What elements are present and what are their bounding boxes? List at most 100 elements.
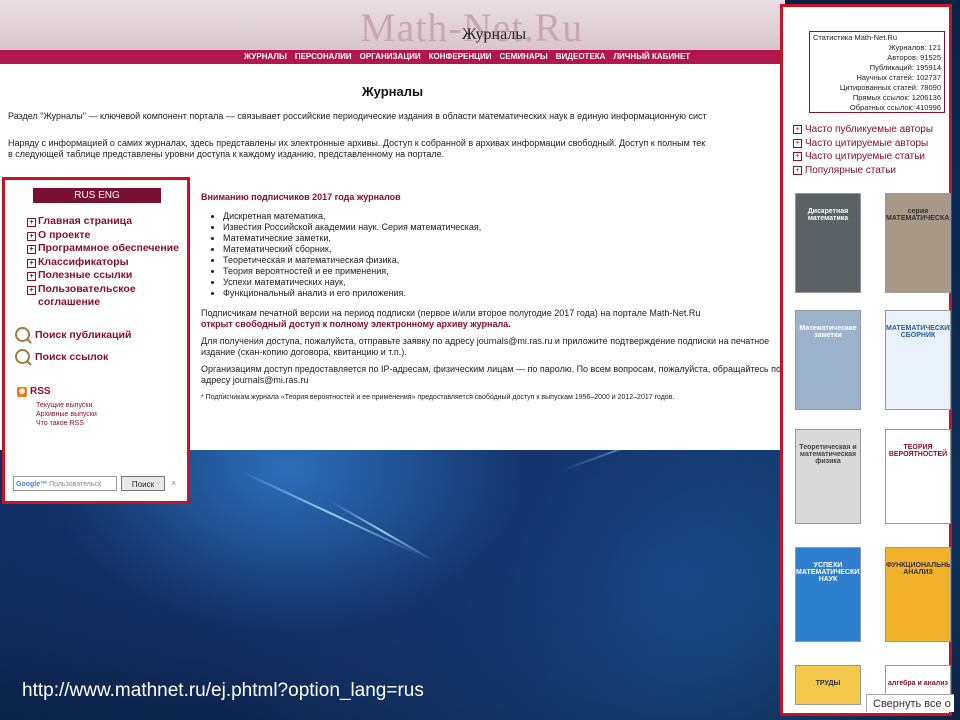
journal-list-item: Теория вероятностей и ее применения,: [223, 266, 783, 277]
rss-link[interactable]: ◉ RSS: [17, 386, 51, 397]
sidebar-menu-label: Главная страница: [38, 215, 133, 227]
right-sidebar: Статистика Math-Net.Ru Журналов: 121 Авто…: [780, 4, 952, 716]
statistics-title: Статистика Math-Net.Ru: [813, 33, 897, 42]
quick-link[interactable]: + Часто публикуемые авторы: [793, 123, 933, 137]
journal-list-item: Математические заметки,: [223, 233, 783, 244]
sidebar-menu-label: Классификаторы: [38, 255, 129, 268]
journal-cover[interactable]: ФУНКЦИОНАЛЬНЫЙ АНАЛИЗ: [885, 547, 951, 642]
journal-cover[interactable]: Дискретная математика: [795, 193, 861, 293]
journal-list: Дискретная математика,Известия Российско…: [201, 211, 783, 299]
statistics-row: Цитированных статей: 78090: [839, 83, 941, 92]
nav-item[interactable]: ЛИЧНЫЙ КАБИНЕТ: [613, 50, 690, 64]
expand-icon: +: [27, 258, 36, 268]
rss-icon: ◉: [17, 386, 27, 397]
sidebar-menu-item[interactable]: + О проекте: [27, 229, 179, 243]
intro-text: в следующей таблице представлены уровни …: [8, 149, 445, 159]
search-references-label: Поиск ссылок: [35, 350, 109, 363]
collapse-all-button[interactable]: Свернуть все о: [866, 694, 954, 712]
site-header: Math-Net.Ru Журналы: [0, 0, 785, 50]
search-references-link[interactable]: Поиск ссылок: [15, 349, 108, 364]
journal-list-item: Математический сборник,: [223, 244, 783, 255]
journal-list-item: Теоретическая и математическая физика,: [223, 255, 783, 266]
expand-icon: +: [27, 231, 36, 241]
notice-footnote: * Подписчикам журнала «Теория вероятност…: [201, 394, 675, 401]
nav-item[interactable]: ВИДЕОТЕКА: [556, 50, 606, 64]
nav-item[interactable]: ПЕРСОНАЛИИ: [295, 50, 352, 64]
search-publications-link[interactable]: Поиск публикаций: [15, 327, 131, 342]
quick-link[interactable]: + Популярные статьи: [793, 164, 933, 178]
sidebar-menu-item[interactable]: + Полезные ссылки: [27, 269, 179, 283]
google-search-placeholder: Пользовательск: [49, 481, 102, 488]
journal-list-item: Функциональный анализ и его приложения.: [223, 288, 783, 299]
journal-cover[interactable]: серия МАТЕМАТИЧЕСКАЯ: [885, 193, 951, 293]
rss-feed-link[interactable]: Архивные выпуски: [36, 410, 97, 419]
quick-link-label: Часто цитируемые статьи: [805, 151, 925, 162]
journal-cover[interactable]: Теоретическая и математическая физика: [795, 429, 861, 524]
site-statistics: Статистика Math-Net.Ru Журналов: 121 Авто…: [809, 31, 945, 113]
quick-link-label: Часто публикуемые авторы: [805, 124, 934, 135]
expand-icon: +: [793, 165, 802, 175]
expand-icon: +: [27, 218, 36, 227]
search-button[interactable]: Поиск: [121, 476, 165, 491]
journal-cover[interactable]: Математические заметки: [795, 310, 861, 410]
language-switcher[interactable]: RUS ENG: [33, 188, 161, 203]
statistics-row: Публикаций: 195914: [869, 63, 941, 72]
notice-title: Вниманию подписчиков 2017 года журналов: [201, 192, 401, 202]
sidebar-menu-label: Пользовательское соглашение: [38, 282, 136, 309]
nav-item[interactable]: ЖУРНАЛЫ: [244, 50, 287, 64]
statistics-row: Научных статей: 102737: [856, 73, 941, 82]
section-title: Журналы: [462, 26, 527, 43]
expand-icon: +: [793, 138, 802, 148]
rss-label: RSS: [30, 386, 51, 397]
notice-paragraph: Подписчикам печатной версии на период по…: [201, 308, 701, 318]
page-title: Журналы: [361, 84, 424, 99]
quick-link-label: Часто цитируемые авторы: [805, 137, 929, 149]
sidebar-menu-item[interactable]: + Классификаторы: [27, 256, 179, 270]
nav-item[interactable]: ОРГАНИЗАЦИИ: [360, 50, 421, 64]
quick-link[interactable]: + Часто цитируемые статьи: [793, 150, 933, 164]
quick-link[interactable]: + Часто цитируемые авторы: [793, 137, 933, 151]
close-icon[interactable]: ×: [171, 478, 176, 488]
rss-feed-link[interactable]: Что такое RSS: [36, 419, 97, 428]
statistics-row: Прямых ссылок: 1206136: [852, 93, 941, 102]
notice-highlight: открыт свободный доступ к полному электр…: [201, 319, 511, 329]
expand-icon: +: [27, 245, 36, 254]
journal-list-item: Успехи математических наук,: [223, 277, 783, 288]
rss-links: Текущие выпуски Архивные выпуски Что такое…: [36, 401, 97, 428]
sidebar-menu-label: О проекте: [38, 228, 91, 241]
page-url: http://www.mathnet.ru/ej.phtml?option_la…: [22, 680, 424, 701]
notice-paragraph: Организациям доступ предоставляется по I…: [201, 364, 781, 385]
journal-cover[interactable]: УСПЕХИ МАТЕМАТИЧЕСКИХ НАУК: [795, 547, 861, 642]
subscriber-notice: Вниманию подписчиков 2017 года журналов …: [201, 192, 783, 403]
journal-list-item: Известия Российской академии наук. Серия…: [223, 222, 783, 233]
sidebar-menu-label: Программное обеспечение: [38, 242, 179, 254]
nav-item[interactable]: СЕМИНАРЫ: [500, 50, 548, 64]
sidebar-menu: + Главная страница + О проекте + Программное …: [27, 215, 179, 310]
sidebar-menu-item[interactable]: + Главная страница: [27, 215, 179, 229]
journal-cover[interactable]: ТЕОРИЯ ВЕРОЯТНОСТЕЙ: [885, 429, 951, 524]
sidebar-menu-item[interactable]: + Программное обеспечение: [27, 242, 179, 256]
google-search-input[interactable]: Google™ Пользовательск: [13, 476, 117, 491]
left-sidebar: RUS ENG + Главная страница + О проекте + Прог…: [2, 177, 190, 504]
search-icon: [15, 349, 30, 364]
expand-icon: +: [27, 272, 36, 281]
sidebar-menu-item[interactable]: + Пользовательское соглашение: [27, 283, 179, 310]
statistics-row: Журналов: 121: [888, 43, 941, 52]
journal-cover[interactable]: МАТЕМАТИЧЕСКИЙ СБОРНИК: [885, 310, 951, 410]
expand-icon: +: [27, 285, 36, 295]
statistics-row: Обратных ссылок: 410996: [849, 103, 941, 112]
sidebar-menu-label: Полезные ссылки: [38, 269, 133, 281]
journal-cover[interactable]: ТРУДЫ: [795, 665, 861, 705]
search-publications-label: Поиск публикаций: [35, 328, 132, 341]
notice-paragraph: Для получения доступа, пожалуйста, отпра…: [201, 336, 770, 357]
statistics-row: Авторов: 91525: [887, 53, 941, 62]
quick-links: + Часто публикуемые авторы + Часто цитируем…: [793, 123, 933, 177]
intro-text: Раздел "Журналы" — ключевой компонент по…: [8, 111, 707, 121]
rss-feed-link[interactable]: Текущие выпуски: [36, 401, 97, 410]
journal-list-item: Дискретная математика,: [223, 211, 783, 222]
intro-text: Наряду с информацией о самих журналах, з…: [8, 138, 706, 148]
nav-item[interactable]: КОНФЕРЕНЦИИ: [429, 50, 492, 64]
top-nav: ЖУРНАЛЫ ПЕРСОНАЛИИ ОРГАНИЗАЦИИ КОНФЕРЕНЦИИ С…: [0, 50, 785, 64]
quick-link-label: Популярные статьи: [805, 164, 896, 176]
search-icon: [15, 327, 30, 342]
